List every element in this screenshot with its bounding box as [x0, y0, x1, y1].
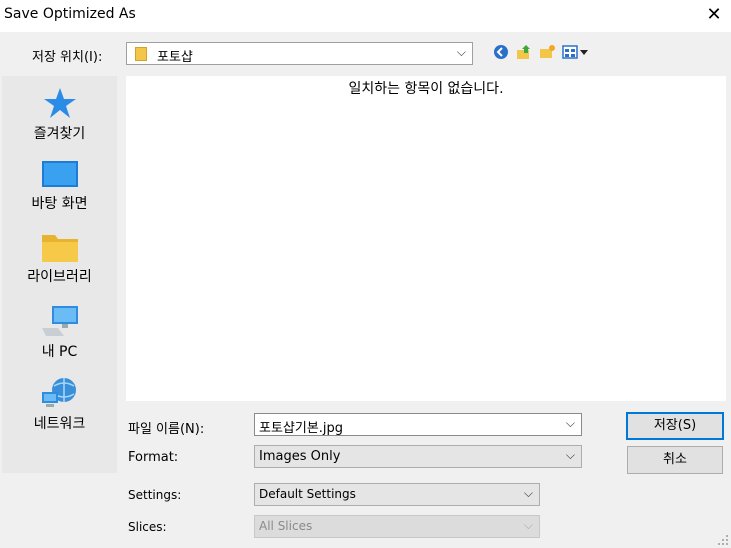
sidebar-item-libraries[interactable]: 라이브러리 [2, 231, 117, 286]
filename-input[interactable]: 포토샵기본.jpg ⌵ [254, 413, 582, 436]
settings-select[interactable]: Default Settings ⌵ [254, 483, 540, 506]
sidebar-item-label: 바탕 화면 [31, 196, 88, 212]
sidebar-item-label: 네트워크 [33, 416, 86, 432]
chevron-down-icon: ⌵ [565, 448, 575, 462]
back-icon[interactable] [493, 44, 509, 60]
slices-label: Slices: [128, 520, 167, 534]
resize-grip-icon[interactable] [717, 534, 729, 546]
view-menu-icon[interactable] [562, 44, 590, 60]
new-folder-icon[interactable] [539, 44, 555, 60]
empty-message: 일치하는 항목이 없습니다. [348, 81, 504, 97]
filename-value: 포토샵기본.jpg [259, 421, 344, 436]
filename-label: 파일 이름(N): [128, 422, 205, 437]
format-select[interactable]: Images Only ⌵ [254, 445, 582, 468]
up-folder-icon[interactable] [516, 44, 532, 60]
chevron-down-icon: ⌵ [456, 45, 466, 59]
slices-select: All Slices ⌵ [254, 515, 540, 538]
library-folder-icon [41, 235, 78, 262]
save-button[interactable]: 저장(S) [626, 412, 724, 440]
desktop-icon [41, 161, 78, 187]
chevron-down-icon: ⌵ [523, 518, 533, 532]
format-value: Images Only [259, 449, 341, 464]
network-icon [41, 378, 76, 407]
star-icon [43, 88, 76, 118]
sidebar-item-label: 즐겨찾기 [33, 126, 86, 142]
computer-icon [41, 306, 78, 336]
location-value: 포토샵 [157, 50, 193, 65]
sidebar-item-label: 라이브러리 [27, 269, 92, 285]
location-label: 저장 위치(I): [32, 50, 103, 65]
places-sidebar: 즐겨찾기 바탕 화면 라이브러리 내 PC 네트워크 [2, 76, 117, 473]
chevron-down-icon[interactable]: ⌵ [566, 416, 575, 431]
location-combo[interactable]: 포토샵 ⌵ [126, 42, 473, 65]
settings-label: Settings: [128, 488, 182, 502]
settings-value: Default Settings [259, 487, 356, 501]
format-label: Format: [128, 450, 179, 465]
sidebar-item-desktop[interactable]: 바탕 화면 [2, 160, 117, 213]
slices-value: All Slices [259, 519, 313, 533]
cancel-button[interactable]: 취소 [627, 446, 723, 474]
chevron-down-icon: ⌵ [523, 486, 533, 500]
window-title: Save Optimized As [4, 6, 136, 22]
sidebar-item-label: 내 PC [41, 344, 78, 360]
sidebar-item-this-pc[interactable]: 내 PC [2, 304, 117, 361]
sidebar-item-favorites[interactable]: 즐겨찾기 [2, 86, 117, 143]
file-list[interactable]: 일치하는 항목이 없습니다. [126, 76, 726, 401]
close-icon[interactable]: ✕ [704, 5, 724, 25]
folder-icon [135, 47, 147, 61]
sidebar-item-network[interactable]: 네트워크 [2, 376, 117, 433]
